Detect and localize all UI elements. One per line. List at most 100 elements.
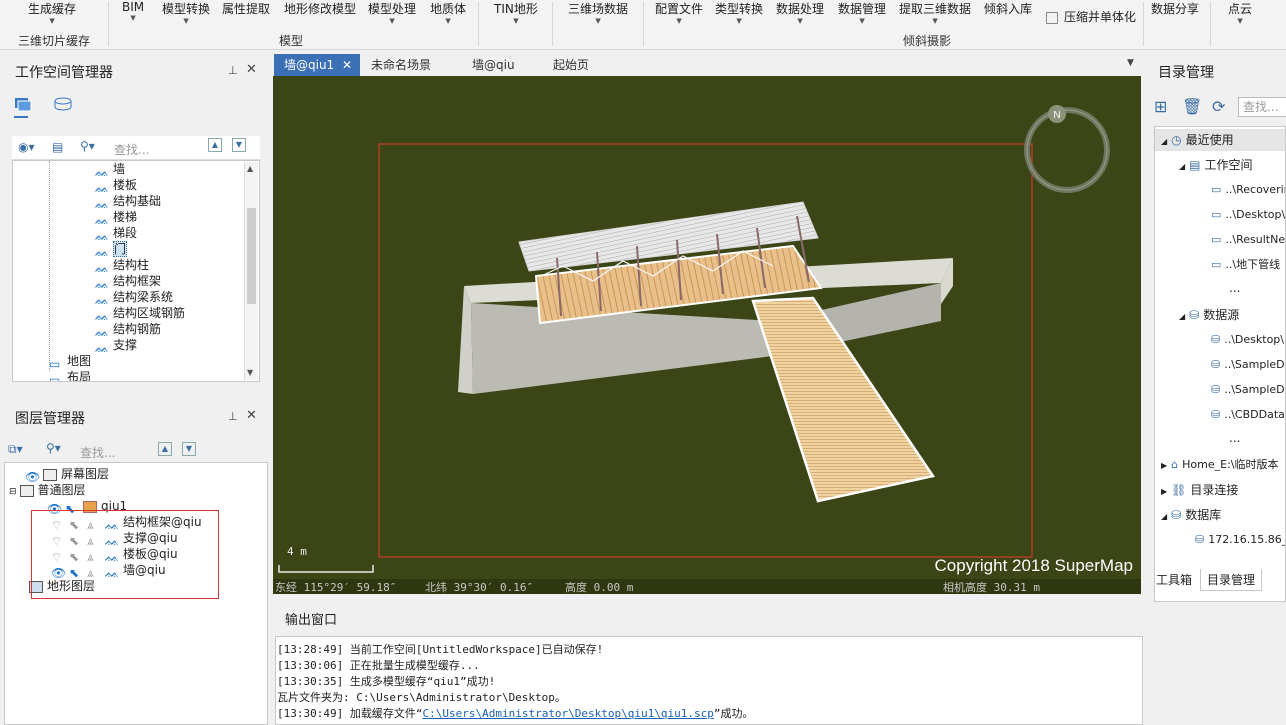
search-icon[interactable]: ⚲▾ <box>46 441 61 455</box>
catalog-item[interactable]: ▭ ..\ResultNe <box>1211 229 1285 251</box>
eye-icon[interactable]: 👁 <box>25 469 40 484</box>
layer-row-screen[interactable]: 👁 屏幕图层 <box>25 466 109 484</box>
expand-icon[interactable]: ◢ <box>1161 512 1167 521</box>
catalog-item[interactable]: ⛁ ..\Desktop\ <box>1211 329 1284 351</box>
scene-viewport[interactable]: N 4 m Copyright 2018 SuperMap 东经 115°29′… <box>273 76 1141 594</box>
tab-catalog[interactable]: 目录管理 <box>1200 569 1263 591</box>
document-icon[interactable]: ▤ <box>52 140 63 154</box>
tab-active[interactable]: 墙@qiu1 ✕ <box>274 54 360 76</box>
close-icon[interactable]: ✕ <box>246 408 257 423</box>
pin-icon[interactable]: ⊥ <box>228 64 238 77</box>
catalog-more[interactable]: ... <box>1229 277 1240 299</box>
workspace-root-item[interactable]: ▭ 地图 <box>49 353 91 371</box>
delete-icon[interactable]: 🗑 <box>1182 97 1202 116</box>
ribbon-geo-body[interactable]: 地质体 ▼ <box>430 0 466 25</box>
catalog-more[interactable]: ... <box>1229 427 1240 449</box>
workspace-dataset-item[interactable]: ᨐ 结构区域钢筋 <box>95 305 185 323</box>
new-folder-icon[interactable]: ⊞ <box>1154 97 1167 116</box>
tree-label: 布局 <box>67 370 92 382</box>
catalog-item[interactable]: ▭ ..\Desktop\ <box>1211 204 1285 226</box>
ribbon-data-share[interactable]: 数据分享 <box>1151 0 1199 17</box>
workspace-dataset-item[interactable]: ᨐ 结构框架 <box>95 273 161 291</box>
compass-widget[interactable] <box>1024 105 1110 193</box>
workspace-dataset-item[interactable]: ᨐ 结构柱 <box>95 257 149 275</box>
ribbon-compress-button[interactable]: 压缩并单体化 <box>1046 8 1136 25</box>
camera-height-readout: 相机高度 30.31 m <box>943 581 1040 594</box>
ribbon-config[interactable]: 配置文件 ▼ <box>655 0 703 25</box>
search-input[interactable]: 查找... <box>114 141 149 158</box>
ribbon-type-convert[interactable]: 类型转换 ▼ <box>715 0 763 25</box>
expand-icon[interactable]: ◢ <box>1179 162 1185 171</box>
refresh-icon[interactable]: ⟳ <box>1212 97 1225 116</box>
catalog-item[interactable]: ⛁ ..\CBDData <box>1211 404 1285 426</box>
catalog-item[interactable]: ⛁ 172.16.15.86_e <box>1195 529 1285 551</box>
tab-list-dropdown-icon[interactable]: ▼ <box>1127 58 1134 68</box>
scrollbar[interactable]: ▲ ▼ <box>244 162 258 380</box>
close-icon[interactable]: ✕ <box>246 62 257 77</box>
catalog-item[interactable]: ⛁ ..\SampleD <box>1211 354 1285 376</box>
scroll-thumb[interactable] <box>247 208 256 304</box>
tab-toolbox[interactable]: 工具箱 <box>1150 569 1198 591</box>
pin-icon[interactable]: ⊥ <box>228 410 238 423</box>
expand-right-icon[interactable]: ▶ <box>1161 461 1167 470</box>
tab-start-page[interactable]: 起始页 <box>543 54 599 76</box>
catalog-datasource[interactable]: ◢ ⛁ 数据源 <box>1179 304 1239 326</box>
add-layer-icon[interactable]: ⧉▾ <box>8 442 23 457</box>
search-input[interactable]: 查找... <box>80 444 115 461</box>
tab-wall[interactable]: 墙@qiu <box>462 54 525 76</box>
move-down-button[interactable]: ▼ <box>182 442 196 456</box>
move-up-button[interactable]: ▲ <box>208 138 222 152</box>
log-file-link[interactable]: C:\Users\Administrator\Desktop\qiu1\qiu1… <box>422 707 713 720</box>
move-down-button[interactable]: ▼ <box>232 138 246 152</box>
file-icon: ▭ <box>1211 208 1222 221</box>
catalog-dir-connection[interactable]: ▶ ⛓ 目录连接 <box>1161 479 1238 501</box>
ribbon-model-process[interactable]: 模型处理 ▼ <box>368 0 416 25</box>
catalog-item[interactable]: ⛁ ..\SampleD <box>1211 379 1285 401</box>
ribbon-terrain-modify[interactable]: 地形修改模型 <box>284 0 356 17</box>
expand-right-icon[interactable]: ▶ <box>1161 487 1167 496</box>
ribbon-data-process[interactable]: 数据处理 ▼ <box>776 0 824 25</box>
scroll-down-icon[interactable]: ▼ <box>247 368 253 377</box>
expand-icon[interactable]: ◢ <box>1179 312 1185 321</box>
workspace-dataset-item[interactable]: ᨐ 支撑 <box>95 337 137 355</box>
move-up-button[interactable]: ▲ <box>158 442 172 456</box>
scroll-up-icon[interactable]: ▲ <box>247 164 253 173</box>
workspace-dataset-item[interactable]: ᨐ门 <box>95 241 128 259</box>
catalog-workspace[interactable]: ◢ ▤ 工作空间 <box>1179 154 1253 176</box>
close-icon[interactable]: ✕ <box>342 54 352 76</box>
search-input[interactable]: 查找... <box>1238 97 1286 117</box>
catalog-item[interactable]: ▭ ..\地下管线 <box>1211 254 1280 276</box>
ribbon-point-cloud[interactable]: 点云 ▼ <box>1228 0 1252 25</box>
scene-canvas[interactable]: N <box>273 76 1141 594</box>
ribbon-attr-extract[interactable]: 属性提取 <box>222 0 270 17</box>
catalog-recent[interactable]: ◢ ◷ 最近使用 <box>1155 129 1285 151</box>
ribbon-generate-cache[interactable]: 生成缓存 ▼ <box>28 0 76 25</box>
collapse-icon[interactable]: ⊟ <box>9 487 17 497</box>
catalog-item[interactable]: ▭ ..\Recoverin <box>1211 179 1285 201</box>
ribbon-model-convert[interactable]: 模型转换 ▼ <box>162 0 210 25</box>
catalog-home[interactable]: ▶ ⌂ Home_E:\临时版本 <box>1161 454 1279 476</box>
ribbon-group-label: 三维切片缓存 <box>18 34 91 48</box>
layer-row-normal[interactable]: ⊟ 普通图层 <box>9 482 86 498</box>
workspace-icon[interactable] <box>14 96 32 112</box>
workspace-dataset-item[interactable]: ᨐ 楼梯 <box>95 209 137 227</box>
ribbon-bim[interactable]: BIM ▼ <box>122 0 144 22</box>
workspace-dataset-item[interactable]: ᨐ 梯段 <box>95 225 137 243</box>
database-icon[interactable] <box>52 96 74 112</box>
workspace-dataset-item[interactable]: ᨐ 楼板 <box>95 177 137 195</box>
ribbon-3d-field[interactable]: 三维场数据 ▼ <box>568 0 628 25</box>
ribbon-data-manage[interactable]: 数据管理 ▼ <box>838 0 886 25</box>
ribbon-extract-3d[interactable]: 提取三维数据 ▼ <box>899 0 971 25</box>
expand-icon[interactable]: ◢ <box>1161 137 1167 146</box>
workspace-dataset-item[interactable]: ᨐ 结构基础 <box>95 193 161 211</box>
workspace-dataset-item[interactable]: ᨐ 结构梁系统 <box>95 289 173 307</box>
workspace-dataset-item[interactable]: ᨐ墙 <box>95 161 125 179</box>
search-icon[interactable]: ⚲▾ <box>80 139 95 153</box>
tab-untitled-scene[interactable]: 未命名场景 <box>361 54 441 76</box>
ribbon-oblique-import[interactable]: 倾斜入库 <box>984 0 1032 17</box>
catalog-database[interactable]: ◢ ⛁ 数据库 <box>1161 504 1221 526</box>
ribbon-tin[interactable]: TIN地形 ▼ <box>494 0 538 25</box>
workspace-dataset-item[interactable]: ᨐ 结构钢筋 <box>95 321 161 339</box>
view-mode-icon[interactable]: ◉▾ <box>18 140 35 154</box>
workspace-root-item[interactable]: ▭ 布局 <box>49 369 92 382</box>
